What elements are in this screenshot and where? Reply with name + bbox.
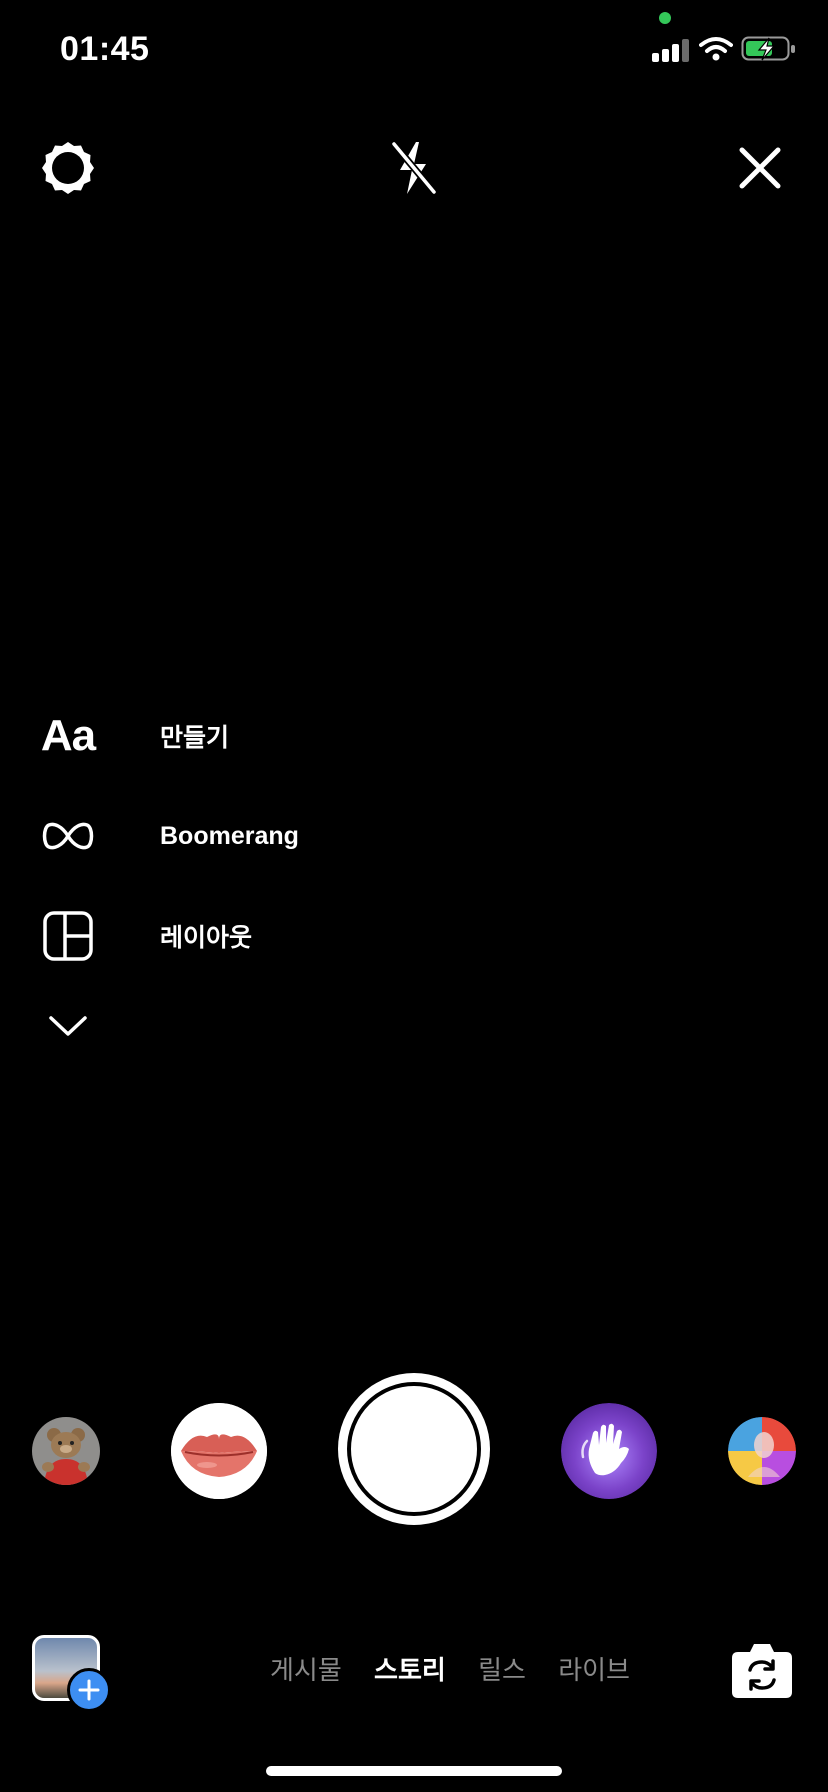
camera-mode-selector: 게시물 스토리 릴스 라이브 <box>270 1648 630 1688</box>
layout-icon <box>36 904 100 968</box>
infinity-icon <box>36 804 100 868</box>
plus-icon <box>78 1679 100 1701</box>
text-aa-icon: Aa <box>40 711 96 760</box>
wifi-icon <box>699 37 733 61</box>
close-icon <box>739 147 781 189</box>
effect-wave-hand[interactable] <box>561 1403 657 1499</box>
status-bar: 01:45 <box>0 0 828 100</box>
chevron-down-icon <box>36 994 100 1058</box>
layout-mode-item[interactable]: 레이아웃 <box>36 900 436 972</box>
effect-color-face[interactable] <box>728 1417 796 1485</box>
close-button[interactable] <box>728 136 792 200</box>
home-indicator[interactable] <box>266 1766 562 1776</box>
add-from-gallery-button[interactable] <box>67 1668 111 1712</box>
expand-tools-button[interactable] <box>36 990 436 1062</box>
create-mode-item[interactable]: Aa 만들기 <box>36 700 436 772</box>
capture-shutter-button[interactable] <box>338 1373 490 1525</box>
boomerang-mode-label: Boomerang <box>160 821 299 850</box>
settings-button[interactable] <box>36 136 100 200</box>
lips-effect-thumbnail <box>171 1403 267 1499</box>
shutter-inner-ring <box>347 1382 481 1516</box>
color-face-effect-thumbnail <box>728 1417 796 1485</box>
flash-toggle-button[interactable] <box>382 136 446 200</box>
create-mode-label: 만들기 <box>160 724 230 752</box>
mode-tab-story[interactable]: 스토리 <box>374 1650 446 1687</box>
mode-tab-live[interactable]: 라이브 <box>558 1650 630 1687</box>
layout-mode-label: 레이아웃 <box>160 924 253 952</box>
camera-flip-icon <box>732 1644 792 1698</box>
boomerang-mode-item[interactable]: Boomerang <box>36 800 436 872</box>
wave-hand-effect-thumbnail <box>561 1403 657 1499</box>
effect-lips[interactable] <box>171 1403 267 1499</box>
effect-teddy-bear[interactable] <box>32 1417 100 1485</box>
cellular-signal-icon <box>652 38 690 62</box>
teddy-bear-effect-thumbnail <box>32 1417 100 1485</box>
battery-charging-icon <box>741 36 795 61</box>
flash-off-icon <box>391 141 437 195</box>
mode-tab-reels[interactable]: 릴스 <box>478 1650 526 1687</box>
gear-icon <box>42 142 94 194</box>
mode-tab-post[interactable]: 게시물 <box>270 1650 342 1687</box>
camera-in-use-indicator <box>659 12 671 24</box>
status-time: 01:45 <box>60 30 150 68</box>
flip-camera-button[interactable] <box>730 1640 794 1700</box>
